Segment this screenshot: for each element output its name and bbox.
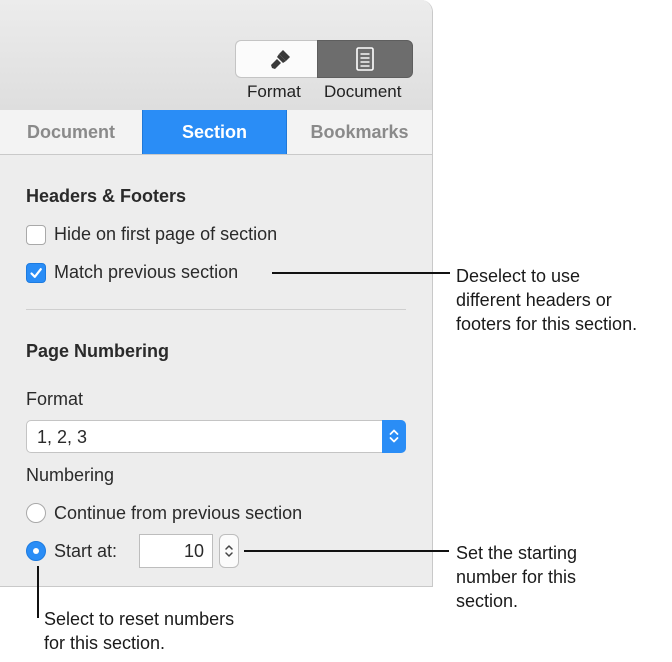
tab-bookmarks[interactable]: Bookmarks bbox=[287, 110, 432, 154]
callout-start-value: Set the starting number for this section… bbox=[456, 543, 578, 611]
callout-match-previous: Deselect to use different headers or foo… bbox=[456, 266, 638, 334]
callout-start-option: Select to reset numbers for this section… bbox=[44, 609, 235, 653]
checkmark-icon bbox=[30, 268, 42, 278]
continue-radio[interactable] bbox=[26, 503, 46, 523]
start-at-label: Start at: bbox=[54, 541, 118, 561]
chevron-updown-icon bbox=[389, 429, 399, 443]
start-number-stepper[interactable] bbox=[219, 534, 239, 568]
start-number-value: 10 bbox=[183, 541, 204, 561]
numbering-label: Numbering bbox=[26, 465, 115, 485]
divider bbox=[26, 309, 406, 310]
format-field-label: Format bbox=[26, 389, 84, 409]
hide-first-page-label: Hide on first page of section bbox=[54, 224, 278, 244]
inspector-panel: Format Document Document Section Bookmar… bbox=[0, 0, 433, 587]
format-select[interactable]: 1, 2, 3 bbox=[26, 420, 406, 453]
page-numbering-heading: Page Numbering bbox=[26, 341, 170, 361]
document-label: Document bbox=[324, 82, 402, 101]
callout-line-match-previous bbox=[272, 272, 450, 274]
section-tabs: Document Section Bookmarks bbox=[0, 110, 432, 155]
callout-line-start-value bbox=[244, 550, 449, 552]
document-icon bbox=[356, 47, 374, 71]
headers-footers-heading: Headers & Footers bbox=[26, 186, 187, 206]
format-select-value: 1, 2, 3 bbox=[37, 427, 88, 447]
match-previous-checkbox[interactable] bbox=[26, 263, 46, 283]
continue-label: Continue from previous section bbox=[54, 503, 303, 523]
tab-document[interactable]: Document bbox=[0, 110, 142, 154]
start-number-field[interactable]: 10 bbox=[139, 534, 213, 568]
match-previous-label: Match previous section bbox=[54, 262, 239, 282]
tab-section[interactable]: Section bbox=[142, 110, 287, 154]
format-button[interactable] bbox=[235, 40, 325, 78]
format-select-button[interactable] bbox=[382, 420, 406, 453]
inspector-toolbar: Format Document bbox=[0, 0, 432, 111]
callout-line-start-option bbox=[37, 566, 39, 618]
start-at-radio[interactable] bbox=[26, 541, 46, 561]
stepper-arrows-icon bbox=[225, 545, 233, 557]
format-label: Format bbox=[247, 82, 301, 101]
hide-first-page-checkbox[interactable] bbox=[26, 225, 46, 245]
document-button[interactable] bbox=[317, 40, 413, 78]
paintbrush-icon bbox=[270, 50, 290, 69]
